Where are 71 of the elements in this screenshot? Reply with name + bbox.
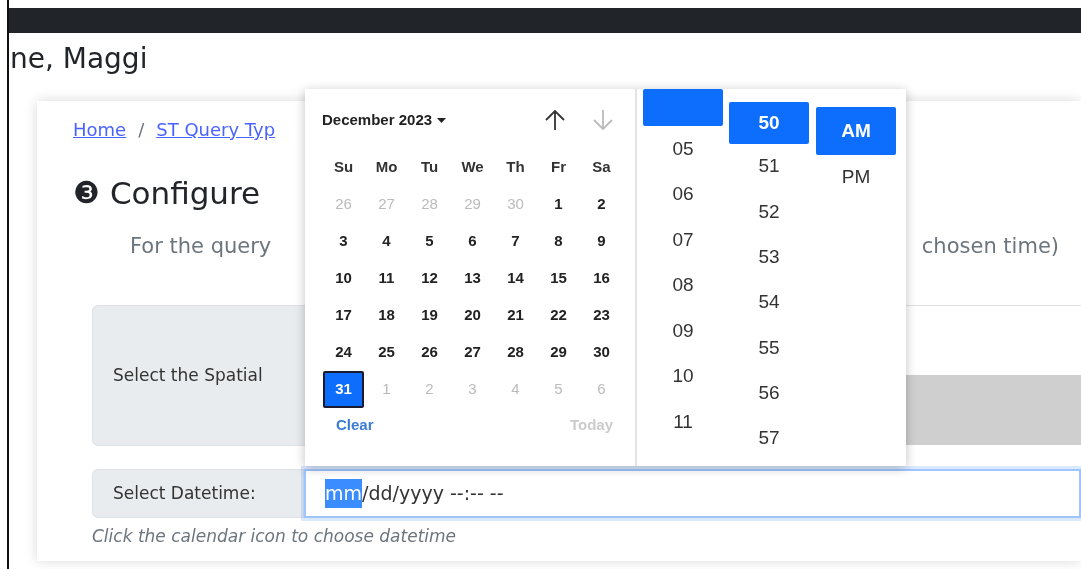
weekday-label: Sa	[591, 157, 612, 178]
calendar-day[interactable]: 9	[581, 223, 622, 260]
meridiem-option[interactable]: AM	[816, 107, 896, 155]
calendar-day[interactable]: 14	[495, 260, 536, 297]
minute-option[interactable]: 53	[729, 234, 809, 280]
month-selector[interactable]: December 2023	[322, 108, 447, 132]
previous-month-button[interactable]	[543, 108, 567, 132]
minute-option[interactable]: 50	[729, 102, 809, 144]
calendar-day[interactable]: 17	[323, 297, 364, 334]
minute-option[interactable]: 57	[729, 415, 809, 462]
calendar-day[interactable]: 8	[538, 223, 579, 260]
meridiem-option[interactable]: PM	[816, 155, 896, 199]
breadcrumb-link[interactable]: Home	[73, 117, 127, 143]
calendar-day[interactable]: 11	[366, 260, 407, 297]
step-number-icon: ❸	[73, 173, 100, 213]
calendar-day[interactable]: 22	[538, 297, 579, 334]
minute-option[interactable]: 55	[729, 325, 809, 371]
calendar-day[interactable]: 18	[366, 297, 407, 334]
step-title: Configure	[109, 174, 261, 213]
calendar-day[interactable]: 31	[323, 371, 364, 408]
instruction-text: For the query	[130, 233, 272, 260]
datetime-label: Select Datetime:	[92, 469, 304, 518]
minute-option[interactable]: 54	[729, 279, 809, 326]
hour-option[interactable]: 05	[643, 126, 723, 172]
calendar-day[interactable]: 4	[366, 223, 407, 260]
minute-option[interactable]: 51	[729, 144, 809, 190]
calendar-day[interactable]: 5	[409, 223, 450, 260]
minute-option[interactable]: 56	[729, 370, 809, 416]
minute-option[interactable]: 52	[729, 189, 809, 235]
breadcrumb-link[interactable]: ST Query Typ	[156, 117, 276, 143]
calendar-day[interactable]: 30	[581, 334, 622, 371]
calendar-day[interactable]: 19	[409, 297, 450, 334]
calendar-day[interactable]: 29	[538, 334, 579, 371]
breadcrumb-separator: /	[138, 118, 145, 142]
hour-option[interactable]: 10	[643, 353, 723, 399]
calendar-day[interactable]: 10	[323, 260, 364, 297]
hour-option[interactable]: 11	[643, 399, 723, 445]
date-segment[interactable]: /dd/yyyy --:-- --	[362, 479, 504, 508]
calendar-day[interactable]: 27	[452, 334, 493, 371]
weekday-label: Mo	[374, 157, 399, 178]
selected-hour-highlight[interactable]	[643, 89, 723, 126]
weekday-label: Tu	[419, 157, 440, 178]
calendar-day[interactable]: 20	[452, 297, 493, 334]
instruction-text: chosen time)	[921, 233, 1059, 260]
clear-button[interactable]: Clear	[336, 414, 374, 437]
calendar-day[interactable]: 15	[538, 260, 579, 297]
weekday-label: Su	[332, 157, 355, 178]
calendar-day[interactable]: 1	[538, 186, 579, 223]
calendar-day[interactable]: 6	[452, 223, 493, 260]
hour-option[interactable]: 07	[643, 217, 723, 263]
calendar-day[interactable]: 7	[495, 223, 536, 260]
weekday-label: Th	[505, 157, 526, 178]
calendar-day[interactable]: 28	[495, 334, 536, 371]
calendar-day[interactable]: 16	[581, 260, 622, 297]
caret-icon	[437, 117, 447, 123]
calendar-day[interactable]: 24	[323, 334, 364, 371]
calendar-day[interactable]: 25	[366, 334, 407, 371]
weekday-label: We	[460, 157, 485, 178]
weekday-label: Fr	[550, 157, 567, 178]
calendar-day[interactable]: 13	[452, 260, 493, 297]
calendar-day[interactable]: 23	[581, 297, 622, 334]
calendar-day[interactable]: 12	[409, 260, 450, 297]
calendar-day[interactable]: 21	[495, 297, 536, 334]
calendar-day[interactable]: 2	[581, 186, 622, 223]
hour-option[interactable]: 08	[643, 262, 723, 308]
hour-option[interactable]: 06	[643, 171, 723, 217]
hour-option[interactable]: 09	[643, 308, 723, 354]
calendar-day[interactable]: 26	[409, 334, 450, 371]
calendar-day[interactable]: 3	[323, 223, 364, 260]
hint-text: Click the calendar icon to choose datetime	[92, 525, 458, 548]
greeting-heading: ne, Maggi	[10, 41, 149, 77]
